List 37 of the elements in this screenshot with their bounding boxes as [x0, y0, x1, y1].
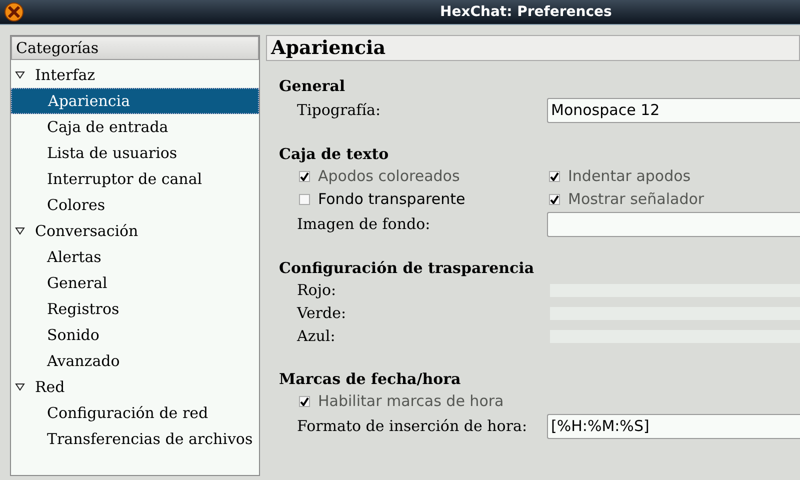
text-field[interactable]: Monospace 12 [547, 98, 800, 122]
tree-item[interactable]: Caja de entrada [11, 114, 259, 140]
tree-item[interactable]: Conversación [11, 218, 259, 244]
tree-item[interactable]: Avanzado [11, 348, 259, 374]
text-field[interactable]: [%H:%M:%S] [547, 414, 800, 438]
column-header[interactable]: Categorías [11, 36, 259, 60]
field-label: Formato de inserción de hora: [297, 416, 528, 437]
checkbox[interactable] [299, 194, 310, 205]
section-heading: General [279, 76, 346, 97]
tree-item[interactable]: Configuración de red [11, 400, 259, 426]
field-label: Tipografía: [297, 100, 382, 121]
expander-icon[interactable] [15, 70, 25, 80]
tree-item[interactable]: Interfaz [11, 62, 259, 88]
tree-item[interactable]: Lista de usuarios [11, 140, 259, 166]
tree-item[interactable]: Sonido [11, 322, 259, 348]
section-heading: Configuración de trasparencia [279, 258, 534, 279]
field-label: Azul: [297, 326, 336, 348]
expander-icon[interactable] [15, 382, 25, 392]
field-label: Verde: [297, 303, 348, 324]
field-label: Rojo: [297, 280, 338, 302]
tree-item[interactable]: Colores [11, 192, 259, 218]
tree-item[interactable]: General [11, 270, 259, 296]
tree-item[interactable]: Transferencias de archivos [11, 426, 259, 452]
close-icon[interactable] [4, 2, 24, 22]
tree-item[interactable]: Red [11, 374, 259, 400]
checkbox-label[interactable]: Fondo transparente [318, 188, 466, 211]
tree-item[interactable]: Apariencia [11, 88, 259, 114]
text-field[interactable] [547, 212, 800, 236]
section-heading: Marcas de fecha/hora [279, 368, 461, 390]
tree-item[interactable]: Interruptor de canal [11, 166, 259, 192]
tree-item[interactable]: Alertas [11, 244, 259, 270]
tree-item[interactable]: Registros [11, 296, 259, 322]
field-label: Imagen de fondo: [297, 214, 432, 235]
page-title: Apariencia [266, 35, 800, 61]
section-heading: Caja de texto [279, 144, 389, 165]
window-title: HexChat: Preferences [440, 2, 612, 22]
expander-icon[interactable] [15, 226, 25, 236]
